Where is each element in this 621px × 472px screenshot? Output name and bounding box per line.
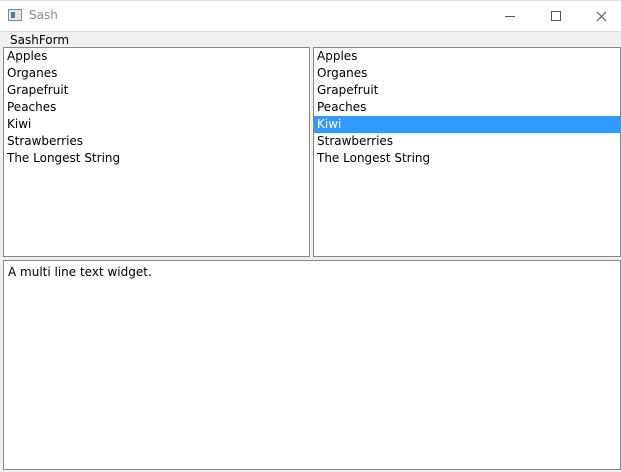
- window-title: Sash: [29, 8, 58, 22]
- minimize-button[interactable]: [487, 1, 533, 31]
- sashform-label: SashForm: [10, 33, 70, 47]
- list-item[interactable]: Grapefruit: [4, 82, 309, 99]
- title-bar: Sash: [0, 0, 621, 31]
- list-item[interactable]: The Longest String: [4, 150, 309, 167]
- list-item[interactable]: Strawberries: [314, 133, 620, 150]
- app-icon: [8, 9, 22, 21]
- list-item[interactable]: Organes: [4, 65, 309, 82]
- multi-line-text-widget[interactable]: A multi line text widget.: [3, 260, 621, 470]
- list-item-selected[interactable]: Kiwi: [314, 116, 620, 133]
- maximize-button[interactable]: [533, 1, 579, 31]
- list-item[interactable]: Kiwi: [4, 116, 309, 133]
- list-item[interactable]: Peaches: [4, 99, 309, 116]
- list-item[interactable]: The Longest String: [314, 150, 620, 167]
- list-item[interactable]: Grapefruit: [314, 82, 620, 99]
- list-item[interactable]: Apples: [314, 48, 620, 65]
- left-list[interactable]: Apples Organes Grapefruit Peaches Kiwi S…: [3, 47, 310, 257]
- close-button[interactable]: [579, 1, 621, 31]
- list-item[interactable]: Apples: [4, 48, 309, 65]
- right-list[interactable]: Apples Organes Grapefruit Peaches Kiwi S…: [313, 47, 621, 257]
- list-item[interactable]: Strawberries: [4, 133, 309, 150]
- list-item[interactable]: Peaches: [314, 99, 620, 116]
- list-item[interactable]: Organes: [314, 65, 620, 82]
- text-widget-content: A multi line text widget.: [8, 265, 152, 279]
- menu-bar: SashForm: [0, 31, 621, 47]
